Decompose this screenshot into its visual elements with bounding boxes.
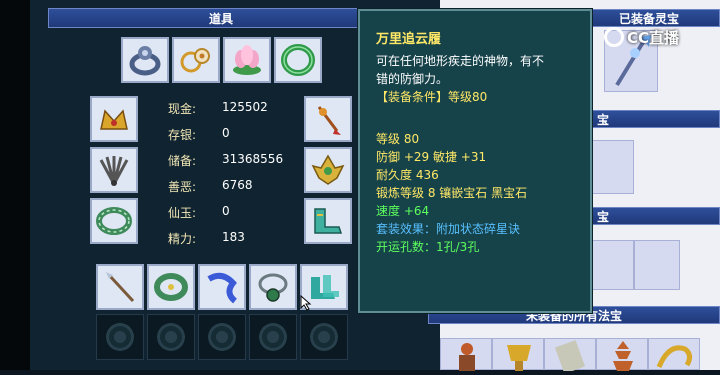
equip-slot-jade-bracelet[interactable] <box>274 37 322 83</box>
equip-slot-gold-ornament[interactable] <box>304 147 352 193</box>
equip-slot-necklace[interactable] <box>172 37 220 83</box>
reserve-label: 储备: <box>168 154 197 168</box>
jade-value: 0 <box>222 204 230 218</box>
bag-empty-slot[interactable] <box>249 314 297 360</box>
cc-live-watermark: CC直播 <box>604 26 679 48</box>
item-durability: 耐久度 436 <box>376 168 439 182</box>
treasure-slot[interactable] <box>592 140 634 194</box>
bag-empty-slot[interactable] <box>96 314 144 360</box>
jade-ring-belt-icon <box>154 273 188 301</box>
golden-cup-icon <box>507 345 531 371</box>
mouse-cursor-icon <box>300 295 312 311</box>
energy-value: 183 <box>222 230 245 244</box>
cash-value: 125502 <box>222 100 268 114</box>
blue-sash-icon <box>207 272 238 304</box>
pagoda-icon <box>613 341 633 371</box>
item-tooltip: 万里追云履 可在任何地形疾走的神物，有不 错的防御力。 【装备条件】等级80 等… <box>358 9 592 313</box>
savings-label: 存银: <box>168 128 197 142</box>
cash-label: 现金: <box>168 102 197 116</box>
equip-slot-belt[interactable] <box>90 198 138 244</box>
item-description-line-1: 可在任何地形疾走的神物，有不 <box>376 54 545 68</box>
equip-slot-helmet[interactable] <box>121 37 169 83</box>
jade-label: 仙玉: <box>168 206 197 220</box>
treasure-slot[interactable] <box>592 240 634 290</box>
bag-slot-1[interactable] <box>96 264 144 310</box>
cloud-boots-icon <box>314 208 343 234</box>
left-edge <box>0 0 30 370</box>
item-level: 等级 80 <box>376 132 420 146</box>
golden-dragon-icon <box>656 345 693 369</box>
item-requirement: 【装备条件】等级80 <box>376 90 488 104</box>
reserve-value: 31368556 <box>222 152 284 166</box>
equip-slot-boots[interactable] <box>304 198 352 244</box>
treasure-item[interactable] <box>492 338 544 371</box>
treasure-item[interactable] <box>596 338 648 371</box>
pearl-necklace-icon <box>180 48 210 73</box>
bag-empty-slot[interactable] <box>300 314 348 360</box>
scroll-icon <box>554 340 586 374</box>
karma-value: 6768 <box>222 178 253 192</box>
energy-label: 精力: <box>168 232 197 246</box>
item-description-line-2: 错的防御力。 <box>376 72 449 86</box>
cc-logo-icon <box>604 27 624 47</box>
treasure-item[interactable] <box>544 338 596 374</box>
equip-slot-armor[interactable] <box>90 147 138 193</box>
karma-label: 善恶: <box>168 180 197 194</box>
equip-slot-lotus[interactable] <box>223 37 271 83</box>
bag-slot-3[interactable] <box>198 264 246 310</box>
item-speed: 速度 +64 <box>376 204 430 218</box>
treasure-slot[interactable] <box>634 240 680 290</box>
feather-fan-icon <box>99 156 129 186</box>
item-set-effect: 套装效果：附加状态碎星诀 <box>376 222 521 236</box>
golden-ornament-icon <box>311 154 345 185</box>
jewel-necklace-icon <box>258 273 288 302</box>
item-forge-level: 锻炼等级 8 镶嵌宝石 黑宝石 <box>376 186 528 200</box>
bag-empty-slot[interactable] <box>198 314 246 360</box>
treasure-item[interactable] <box>648 338 700 370</box>
bag-empty-slot[interactable] <box>147 314 195 360</box>
game-window: 道具 现金: 125502 存银: 0 储备: 31368556 善恶: 676… <box>0 0 720 374</box>
item-name: 万里追云履 <box>376 32 442 47</box>
bag-slot-2[interactable] <box>147 264 195 310</box>
cc-live-text: CC直播 <box>627 28 680 47</box>
ring-helmet-icon <box>129 46 161 76</box>
jade-bracelet-icon <box>281 44 315 76</box>
inventory-title: 道具 <box>48 8 394 28</box>
savings-value: 0 <box>222 126 230 140</box>
golden-crown-icon <box>100 109 128 130</box>
equip-slot-weapon-left[interactable] <box>90 96 138 142</box>
tassel-pendant-icon <box>317 106 341 135</box>
item-luck-holes: 开运孔数：1孔/3孔 <box>376 240 480 254</box>
treasure-item[interactable] <box>440 338 492 371</box>
equip-slot-pendant[interactable] <box>304 96 352 142</box>
bag-slot-4[interactable] <box>249 264 297 310</box>
jade-belt-icon <box>96 207 132 235</box>
spear-icon <box>106 272 135 303</box>
lotus-flower-icon <box>233 45 261 75</box>
warrior-figure-icon <box>459 343 475 371</box>
item-defense-agility: 防御 +29 敏捷 +31 <box>376 150 487 164</box>
